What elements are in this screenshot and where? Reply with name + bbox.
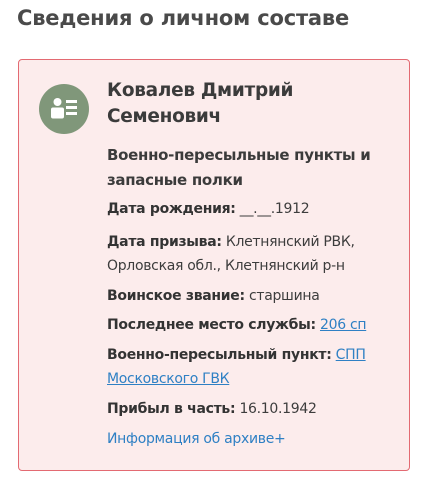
- archive-info-link[interactable]: Информация об архиве+: [107, 427, 286, 451]
- rank-row: Воинское звание: старшина: [107, 284, 399, 308]
- last-service-label: Последнее место службы:: [107, 317, 316, 333]
- arrived-label: Прибыл в часть:: [107, 401, 236, 417]
- person-card-icon: [39, 84, 89, 134]
- birth-date-value: __.__.1912: [239, 201, 310, 217]
- person-card: Ковалев Дмитрий Семенович Военно-пересыл…: [18, 59, 410, 471]
- transit-point-row: Военно-пересыльный пункт: СПП Московског…: [107, 343, 399, 391]
- rank-label: Воинское звание:: [107, 288, 245, 304]
- draft-date-label: Дата призыва:: [107, 234, 222, 250]
- arrived-row: Прибыл в часть: 16.10.1942: [107, 397, 399, 421]
- last-service-link[interactable]: 206 сп: [320, 317, 367, 333]
- transit-point-label: Военно-пересыльный пункт:: [107, 347, 332, 363]
- unit-type: Военно-пересыльные пункты и запасные пол…: [107, 146, 371, 189]
- last-service-row: Последнее место службы: 206 сп: [107, 313, 399, 337]
- rank-value: старшина: [248, 288, 320, 304]
- arrived-value: 16.10.1942: [239, 401, 317, 417]
- draft-date-row: Дата призыва: Клетнянский РВК, Орловская…: [107, 230, 399, 278]
- section-title: Сведения о личном составе: [17, 6, 350, 30]
- birth-date-row: Дата рождения: __.__.1912: [107, 197, 399, 221]
- person-name: Ковалев Дмитрий Семенович: [107, 80, 294, 127]
- birth-date-label: Дата рождения:: [107, 201, 236, 217]
